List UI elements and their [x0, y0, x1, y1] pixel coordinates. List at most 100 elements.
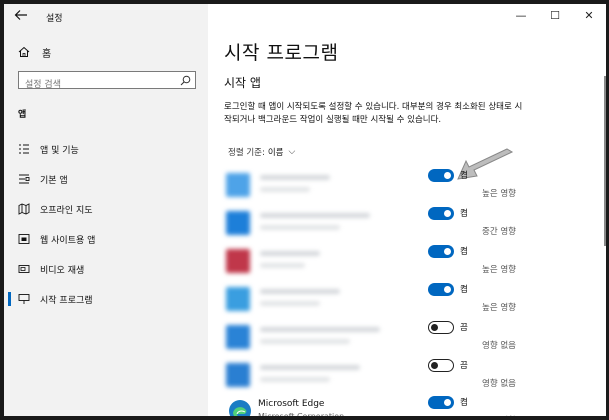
- app-publisher-redacted: [260, 187, 310, 192]
- edge-icon: [229, 400, 251, 416]
- startup-toggle[interactable]: [428, 245, 454, 258]
- app-name: Microsoft Edge: [258, 399, 325, 409]
- app-name-redacted: [260, 175, 330, 180]
- app-publisher-redacted: [260, 301, 320, 306]
- sidebar-item-apps-features[interactable]: 앱 및 기능: [4, 138, 208, 160]
- sidebar-item-default-apps[interactable]: 기본 앱: [4, 168, 208, 190]
- sort-dropdown[interactable]: 정렬 기준: 이름 ⌵: [228, 146, 295, 158]
- toggle-state-label: 켬: [460, 398, 468, 408]
- sidebar-item-label: 오프라인 지도: [40, 206, 93, 216]
- toggle-state-label: 켬: [460, 171, 468, 181]
- sidebar-item-label: 시작 프로그램: [40, 296, 93, 306]
- active-indicator: [8, 292, 11, 306]
- sidebar-item-video-playback[interactable]: 비디오 재생: [4, 258, 208, 280]
- startup-toggle[interactable]: [428, 396, 454, 409]
- toggle-knob: [444, 286, 451, 293]
- web-app-icon: [18, 234, 30, 244]
- window-controls: — ☐ ✕: [504, 4, 606, 26]
- app-publisher-redacted: [260, 377, 330, 382]
- toggle-knob: [431, 323, 438, 331]
- app-name-redacted: [260, 251, 320, 256]
- toggle-knob: [444, 248, 451, 255]
- app-icon: [226, 287, 250, 311]
- home-icon: [18, 46, 30, 57]
- app-publisher-redacted: [260, 339, 350, 344]
- apps-list-icon: [19, 144, 29, 154]
- sidebar-item-label: 웹 사이트용 앱: [40, 236, 96, 246]
- maximize-button[interactable]: ☐: [538, 4, 572, 26]
- startup-app-row: 켬중간 영향: [220, 207, 520, 244]
- startup-impact: 중간 영향: [482, 227, 516, 237]
- startup-app-row: Microsoft Edge Microsoft Corporation 켬높은 영…: [220, 396, 520, 416]
- startup-toggle[interactable]: [428, 283, 454, 296]
- startup-toggle[interactable]: [428, 359, 454, 372]
- sidebar-item-web-apps[interactable]: 웹 사이트용 앱: [4, 228, 208, 250]
- search-icon[interactable]: [180, 75, 191, 86]
- app-name-redacted: [260, 213, 370, 218]
- default-apps-icon: [19, 174, 30, 184]
- toggle-state-label: 켬: [460, 209, 468, 219]
- app-name-redacted: [260, 289, 340, 294]
- close-button[interactable]: ✕: [572, 4, 606, 26]
- app-icon: [226, 211, 250, 235]
- toggle-state-label: 끔: [460, 323, 468, 333]
- video-icon: [18, 265, 30, 273]
- sort-value: 이름: [267, 148, 284, 158]
- sidebar-item-label: 비디오 재생: [40, 266, 85, 276]
- startup-app-row: 켬높은 영향: [220, 283, 520, 320]
- search-input[interactable]: [19, 77, 175, 93]
- section-heading: 시작 앱: [224, 76, 261, 90]
- app-publisher-redacted: [260, 225, 340, 230]
- arrow-left-icon: [14, 10, 27, 20]
- startup-toggle[interactable]: [428, 169, 454, 182]
- settings-window: 설정 홈 앱 앱 및 기능 기본 앱 오프라인 지도 웹 사이트용 앱: [4, 4, 606, 416]
- app-name-redacted: [260, 365, 360, 370]
- app-icon: [226, 249, 250, 273]
- startup-app-row: 켬높은 영향: [220, 245, 520, 282]
- map-icon: [18, 203, 30, 215]
- toggle-knob: [444, 399, 451, 406]
- startup-app-row: 끔영향 없음: [220, 359, 520, 396]
- startup-impact: 높은 영향: [482, 265, 516, 275]
- scrollbar[interactable]: [604, 76, 606, 246]
- startup-app-row: 끔영향 없음: [220, 321, 520, 358]
- description: 로그인할 때 앱이 시작되도록 설정할 수 있습니다. 대부분의 경우 최소화된…: [224, 102, 523, 125]
- minimize-button[interactable]: —: [504, 4, 538, 26]
- app-name-redacted: [260, 327, 380, 332]
- app-icon: [226, 173, 250, 197]
- back-button[interactable]: [14, 8, 30, 26]
- app-publisher-redacted: [260, 263, 305, 268]
- startup-toggle[interactable]: [428, 207, 454, 220]
- search-box[interactable]: [18, 71, 196, 93]
- sidebar-item-startup[interactable]: 시작 프로그램: [4, 288, 208, 310]
- startup-app-row: 켬높은 영향: [220, 169, 520, 206]
- app-icon: [226, 363, 250, 387]
- main-content: — ☐ ✕ 시작 프로그램 시작 앱 로그인할 때 앱이 시작되도록 설정할 수…: [208, 4, 606, 416]
- home-label: 홈: [42, 48, 52, 60]
- toggle-state-label: 끔: [460, 361, 468, 371]
- startup-toggle[interactable]: [428, 321, 454, 334]
- sidebar-item-label: 기본 앱: [40, 176, 68, 186]
- section-label: 앱: [18, 110, 27, 120]
- sidebar-item-offline-maps[interactable]: 오프라인 지도: [4, 198, 208, 220]
- sidebar: 설정 홈 앱 앱 및 기능 기본 앱 오프라인 지도 웹 사이트용 앱: [4, 4, 208, 416]
- toggle-state-label: 켬: [460, 285, 468, 295]
- startup-impact: 높은 영향: [482, 303, 516, 313]
- chevron-down-icon: ⌵: [288, 147, 296, 157]
- page-title: 시작 프로그램: [224, 42, 339, 64]
- toggle-state-label: 켬: [460, 247, 468, 257]
- toggle-knob: [444, 172, 451, 179]
- toggle-knob: [444, 210, 451, 217]
- app-publisher: Microsoft Corporation: [258, 412, 344, 416]
- startup-impact: 높은 영향: [482, 189, 516, 199]
- app-title: 설정: [46, 14, 63, 24]
- sidebar-item-label: 앱 및 기능: [40, 146, 79, 156]
- startup-icon: [18, 294, 30, 304]
- startup-impact: 영향 없음: [482, 341, 516, 351]
- home-nav[interactable]: 홈: [18, 44, 51, 60]
- sort-label: 정렬 기준:: [228, 148, 265, 158]
- startup-impact: 높은 영향: [482, 414, 516, 416]
- app-icon: [226, 325, 250, 349]
- startup-impact: 영향 없음: [482, 379, 516, 389]
- toggle-knob: [431, 361, 438, 369]
